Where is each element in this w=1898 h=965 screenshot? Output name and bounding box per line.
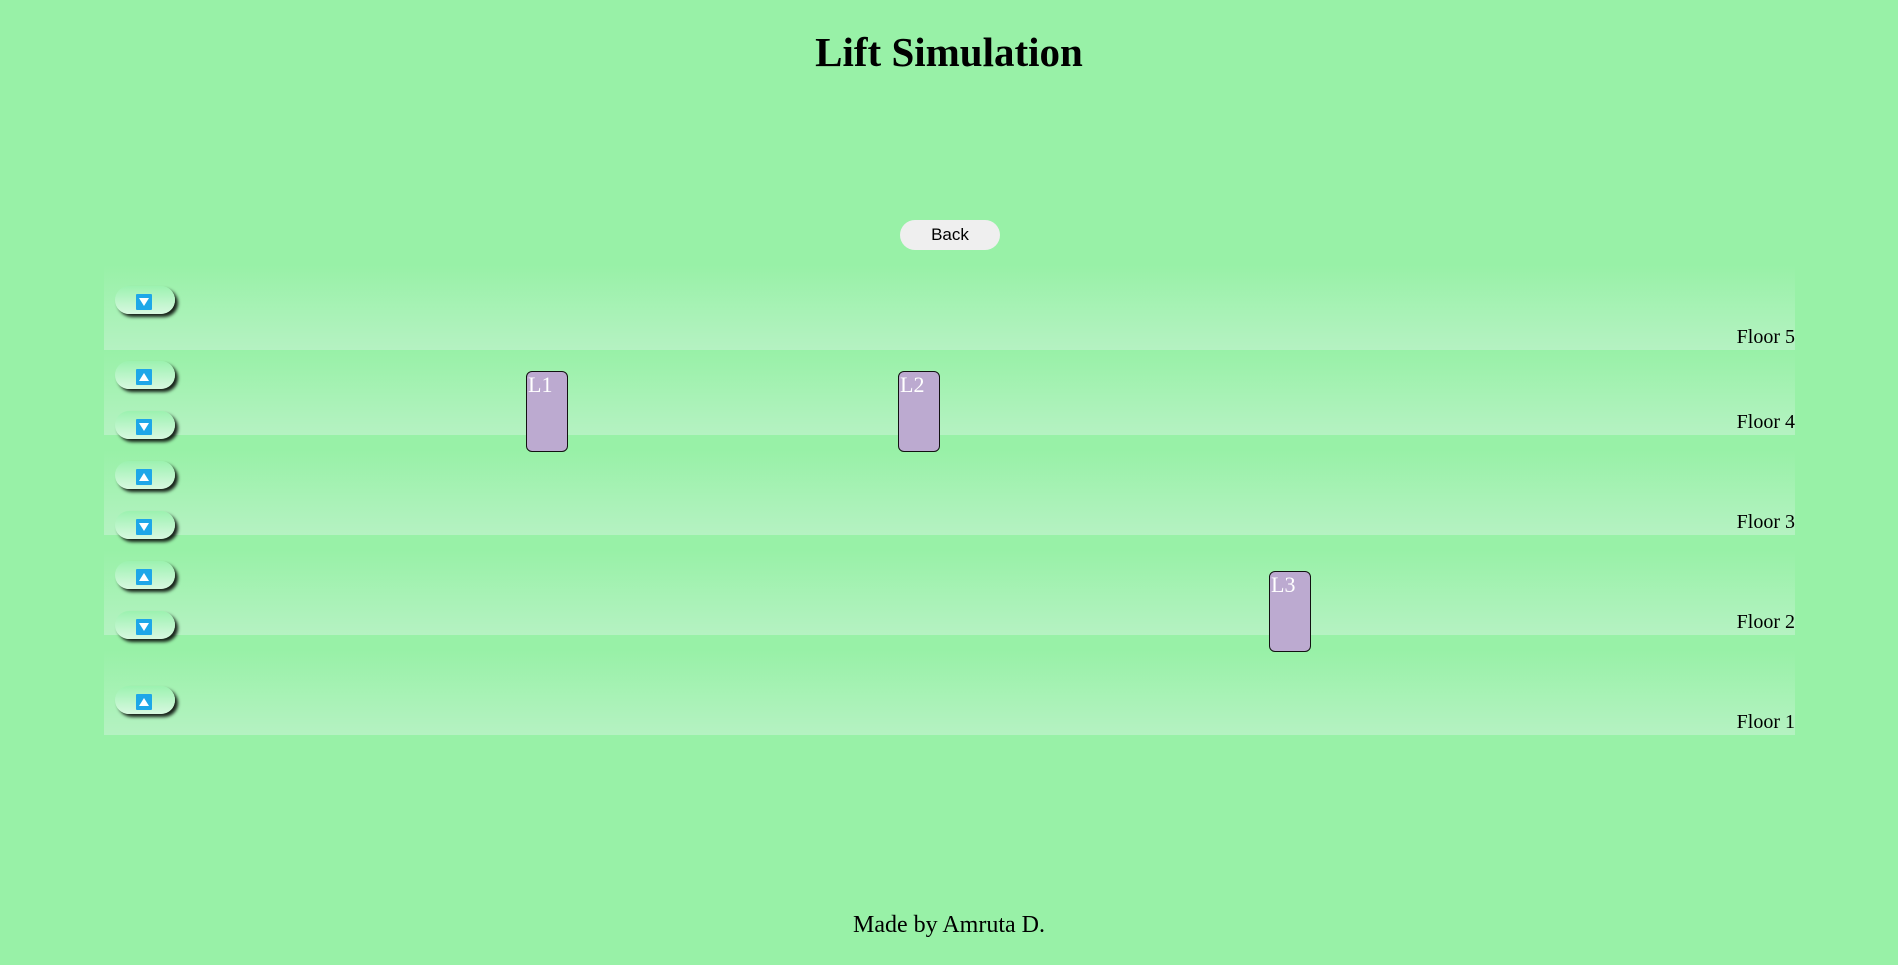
floor-5-down-button[interactable] — [115, 286, 175, 314]
lift-l3: L3 — [1269, 571, 1311, 652]
floor-label: Floor 4 — [1736, 411, 1795, 433]
lift-label: L2 — [900, 372, 925, 397]
floor-3-down-button[interactable] — [115, 511, 175, 539]
floor-1-up-button[interactable] — [115, 686, 175, 714]
floor-5: Floor 5 — [104, 265, 1795, 350]
arrow-down-icon — [136, 419, 152, 435]
floor-3-up-button[interactable] — [115, 461, 175, 489]
arrow-down-icon — [136, 619, 152, 635]
lift-l1: L1 — [526, 371, 568, 452]
floor-label: Floor 5 — [1736, 326, 1795, 348]
floor-1: Floor 1 — [104, 650, 1795, 735]
floor-label: Floor 1 — [1736, 711, 1795, 733]
arrow-down-icon — [136, 294, 152, 310]
arrow-up-icon — [136, 469, 152, 485]
lift-label: L3 — [1271, 572, 1296, 597]
floor-4: Floor 4 — [104, 350, 1795, 439]
lift-l2: L2 — [898, 371, 940, 452]
building: Floor 5 Floor 4 Floor 3 Floor 2 Floor 1 … — [104, 0, 1795, 965]
footer-credit: Made by Amruta D. — [853, 912, 1045, 938]
arrow-up-icon — [136, 569, 152, 585]
floor-label: Floor 2 — [1736, 611, 1795, 633]
lift-simulation-page: Lift Simulation Back Floor 5 Floor 4 Flo… — [0, 0, 1898, 965]
floor-label: Floor 3 — [1736, 511, 1795, 533]
floor-2: Floor 2 — [104, 550, 1795, 639]
floor-4-up-button[interactable] — [115, 361, 175, 389]
lift-label: L1 — [528, 372, 553, 397]
floor-2-down-button[interactable] — [115, 611, 175, 639]
arrow-up-icon — [136, 694, 152, 710]
arrow-up-icon — [136, 369, 152, 385]
floor-3: Floor 3 — [104, 450, 1795, 539]
arrow-down-icon — [136, 519, 152, 535]
floor-2-up-button[interactable] — [115, 561, 175, 589]
floor-4-down-button[interactable] — [115, 411, 175, 439]
